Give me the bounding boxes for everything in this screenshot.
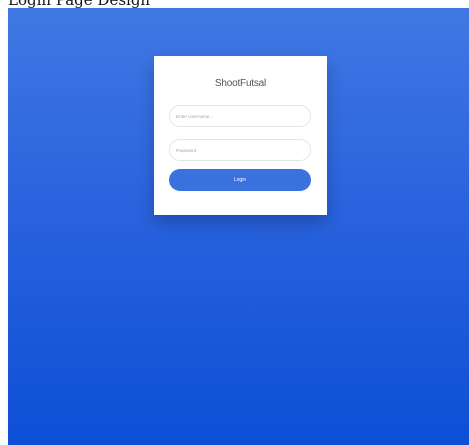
username-input[interactable] bbox=[169, 105, 311, 127]
app-viewport: ShootFutsal Login bbox=[8, 8, 469, 445]
password-input[interactable] bbox=[169, 139, 311, 161]
login-card: ShootFutsal Login bbox=[154, 56, 327, 215]
login-button[interactable]: Login bbox=[169, 169, 311, 191]
app-title: ShootFutsal bbox=[214, 78, 267, 89]
